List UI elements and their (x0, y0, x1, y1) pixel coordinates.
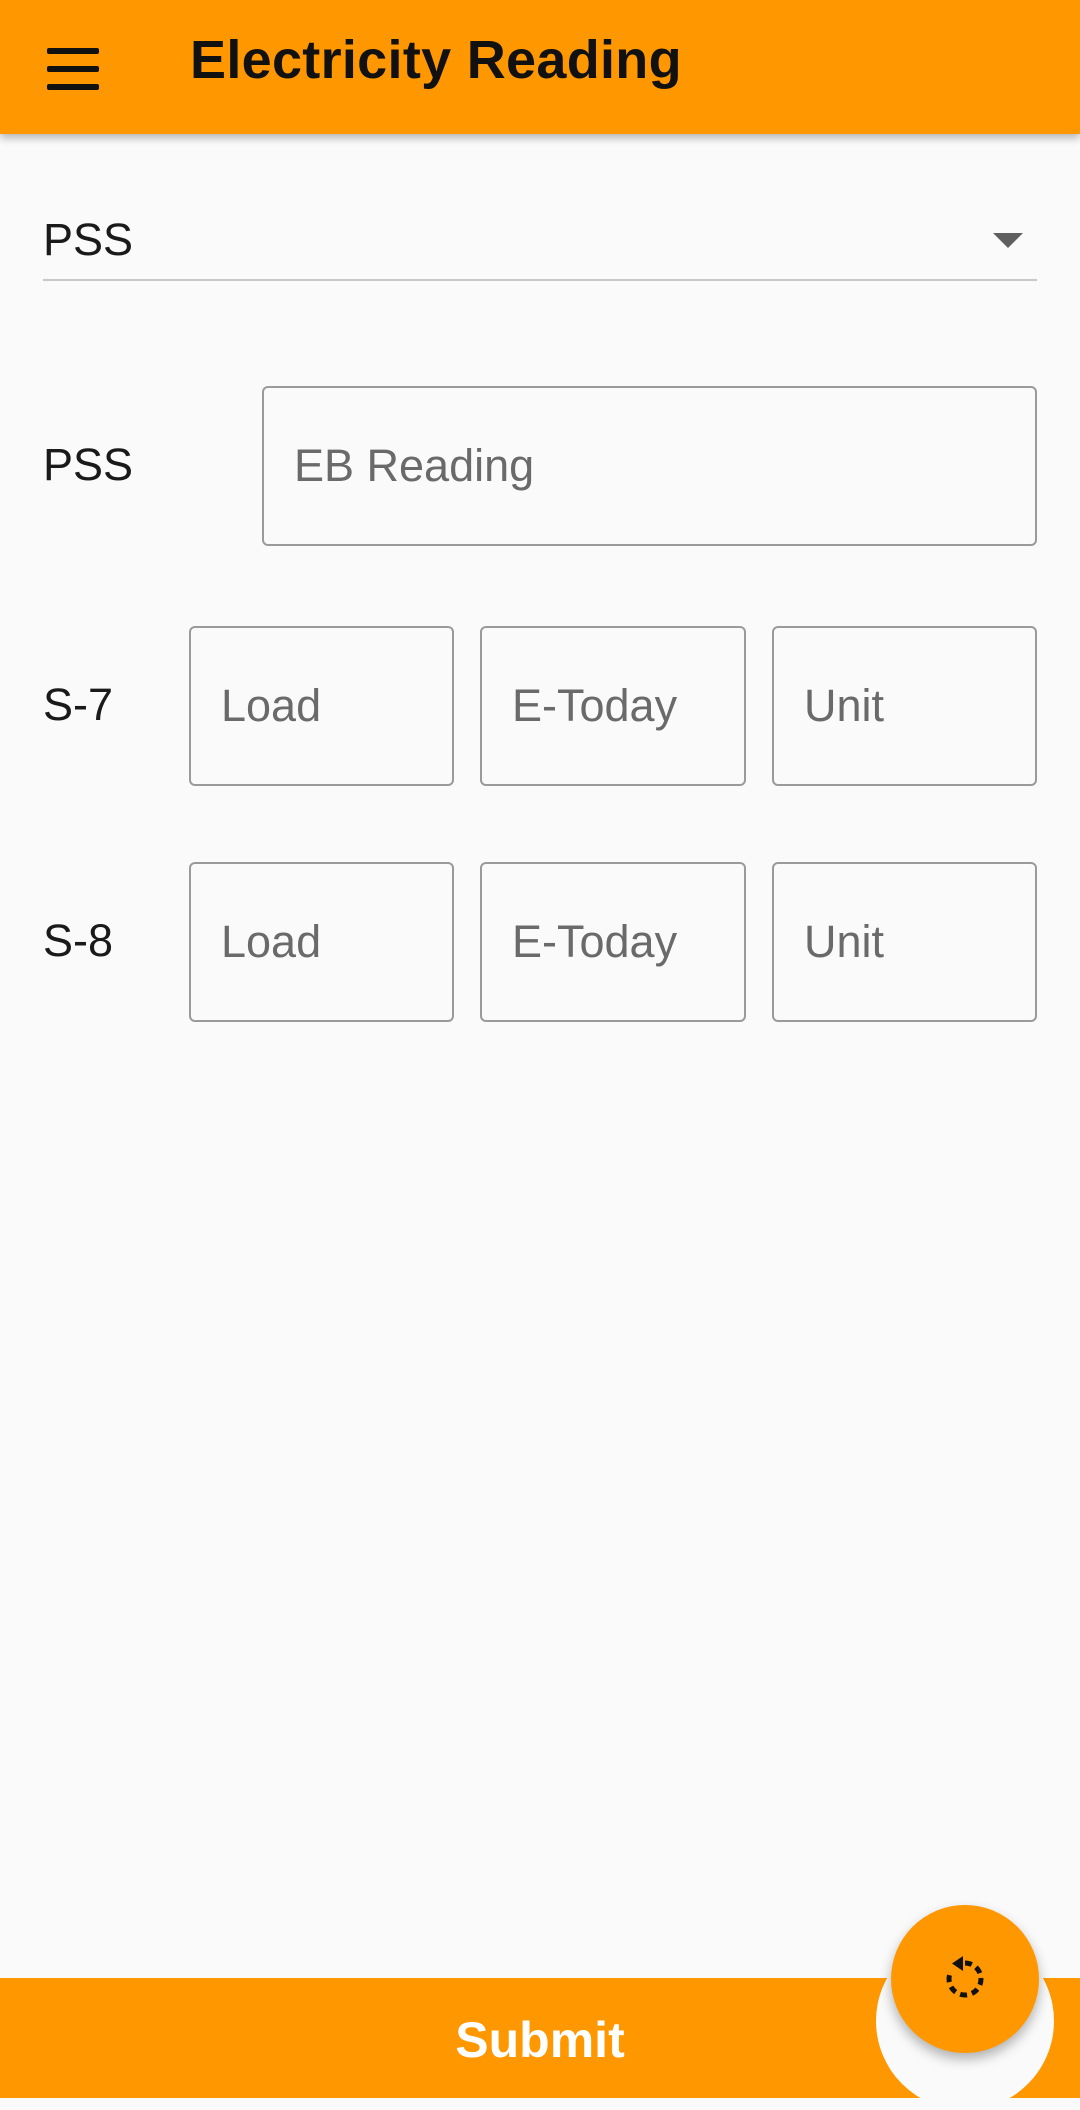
s8-etoday-input[interactable] (482, 864, 744, 1020)
refresh-icon (946, 1956, 984, 1998)
s7-row-label: S-7 (43, 679, 114, 730)
s7-etoday-field[interactable] (480, 626, 746, 786)
s7-unit-field[interactable] (772, 626, 1037, 786)
s7-load-input[interactable] (191, 628, 452, 784)
s8-load-field[interactable] (189, 862, 454, 1022)
s7-etoday-input[interactable] (482, 628, 744, 784)
s7-load-field[interactable] (189, 626, 454, 786)
eb-reading-field[interactable] (262, 386, 1037, 546)
refresh-fab[interactable] (891, 1905, 1039, 2053)
dropdown-selected-value: PSS (43, 214, 134, 265)
station-dropdown[interactable]: PSS (43, 195, 1037, 281)
eb-reading-input[interactable] (264, 388, 1035, 544)
s8-load-input[interactable] (191, 864, 452, 1020)
pss-row-label: PSS (43, 439, 134, 490)
hamburger-menu-icon (47, 48, 99, 90)
menu-button[interactable] (28, 24, 118, 114)
page-title: Electricity Reading (190, 30, 682, 90)
app-bar: Electricity Reading (0, 0, 1080, 134)
s8-row-label: S-8 (43, 915, 114, 966)
s8-etoday-field[interactable] (480, 862, 746, 1022)
s7-unit-input[interactable] (774, 628, 1035, 784)
s8-unit-field[interactable] (772, 862, 1037, 1022)
s8-unit-input[interactable] (774, 864, 1035, 1020)
caret-down-icon (993, 233, 1023, 248)
